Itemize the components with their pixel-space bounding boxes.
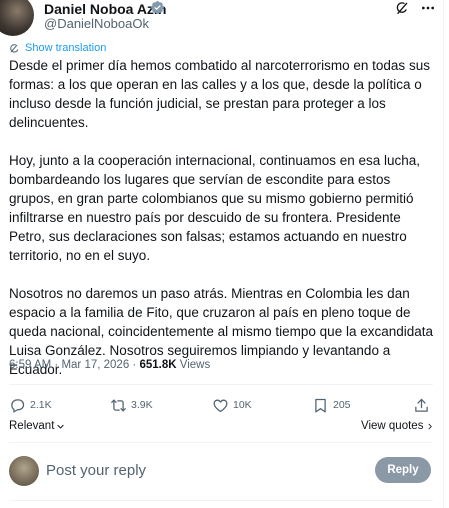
repost-icon	[111, 399, 126, 411]
like-button[interactable]: 10K	[212, 394, 252, 416]
grok-icon[interactable]	[394, 0, 410, 16]
meta-separator: ·	[54, 359, 59, 371]
show-translation-link[interactable]: Show translation	[9, 40, 106, 56]
repost-button[interactable]: 3.9K	[110, 394, 153, 416]
tweet-header: Daniel Noboa Azin @DanielNoboaOk	[0, 0, 443, 36]
view-quotes-label: View quotes	[361, 420, 424, 432]
translate-icon	[10, 43, 19, 52]
reply-sort-dropdown[interactable]: Relevant	[9, 420, 65, 432]
show-translation-label: Show translation	[25, 42, 107, 54]
reply-input[interactable]: Post your reply	[46, 461, 146, 481]
views-count: 651.8K	[139, 359, 177, 371]
meta-separator: ·	[132, 359, 137, 371]
bookmark-icon	[315, 398, 326, 413]
bookmark-button[interactable]: 205	[312, 394, 351, 416]
reply-icon	[11, 398, 25, 413]
action-bar: 2.1K 3.9K 10K 205	[0, 394, 443, 416]
tweet-detail: Daniel Noboa Azin @DanielNoboaOk Show tr…	[0, 0, 444, 508]
tweet-metadata: 6:59 AM · Mar 17, 2026 · 651.8K Views	[9, 357, 210, 373]
views-label: Views	[179, 359, 211, 371]
tweet-date[interactable]: Mar 17, 2026	[61, 359, 129, 371]
divider	[9, 500, 433, 501]
chevron-down-icon	[57, 424, 64, 428]
repost-count: 3.9K	[131, 399, 153, 411]
reply-composer: Post your reply Reply	[0, 452, 443, 492]
chevron-right-icon	[429, 423, 433, 429]
like-icon	[213, 399, 228, 412]
tweet-paragraph: Hoy, junto a la cooperación internaciona…	[9, 153, 421, 263]
bookmark-count: 205	[333, 399, 351, 411]
view-quotes-link[interactable]: View quotes	[361, 420, 434, 432]
tweet-paragraph: Desde el primer día hemos combatido al n…	[9, 58, 430, 130]
more-icon[interactable]	[420, 0, 436, 16]
share-icon	[415, 398, 428, 412]
reply-count: 2.1K	[30, 399, 52, 411]
author-handle[interactable]: @DanielNoboaOk	[44, 16, 149, 32]
tweet-text: Desde el primer día hemos combatido al n…	[9, 56, 435, 379]
current-user-avatar[interactable]	[9, 456, 39, 486]
reply-sort-label: Relevant	[9, 420, 55, 432]
share-button[interactable]	[413, 394, 430, 416]
like-count: 10K	[233, 399, 252, 411]
author-avatar[interactable]	[0, 0, 34, 36]
reply-submit-button[interactable]: Reply	[375, 457, 431, 483]
reply-button[interactable]: 2.1K	[9, 394, 52, 416]
verified-badge-icon[interactable]	[150, 0, 165, 15]
divider	[9, 442, 433, 443]
tweet-time[interactable]: 6:59 AM	[9, 359, 51, 371]
divider	[9, 384, 433, 385]
